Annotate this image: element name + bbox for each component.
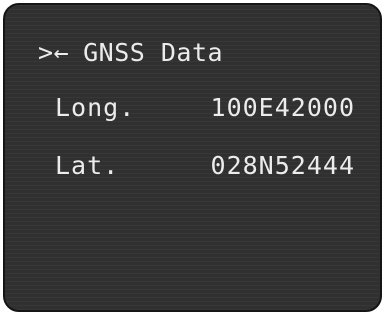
menu-header[interactable]: >← GNSS Data <box>38 35 223 69</box>
page-title: GNSS Data <box>83 37 224 67</box>
longitude-value: 100E42000 <box>210 93 355 122</box>
latitude-label: Lat. <box>55 151 120 180</box>
longitude-row: Long. 100E42000 <box>55 93 355 127</box>
osd-screen: >← GNSS Data Long. 100E42000 Lat. 028N52… <box>3 3 382 312</box>
back-arrow-icon[interactable]: >← <box>38 38 69 67</box>
latitude-value: 028N52444 <box>210 151 355 180</box>
latitude-row: Lat. 028N52444 <box>55 151 355 185</box>
longitude-label: Long. <box>55 93 136 122</box>
